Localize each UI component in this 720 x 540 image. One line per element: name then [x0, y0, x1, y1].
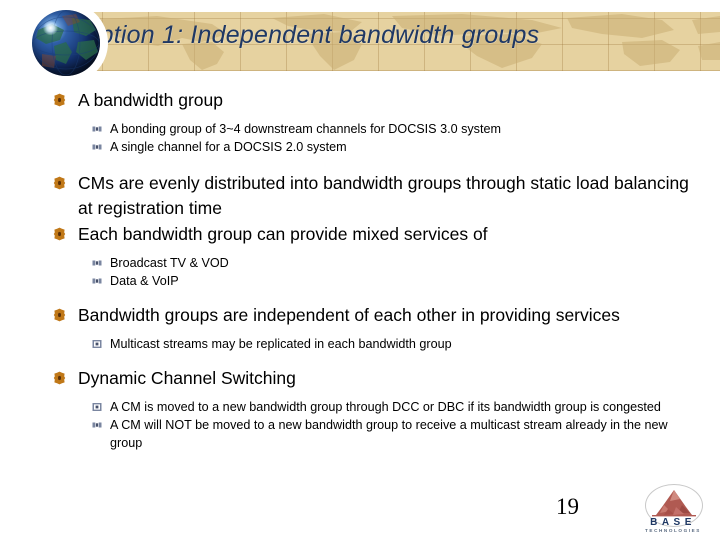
- bullet-level2: A bonding group of 3~4 downstream channe…: [0, 120, 720, 138]
- bullet-text: Broadcast TV & VOD: [110, 256, 229, 270]
- bullet-text: A bandwidth group: [78, 90, 223, 110]
- bullet-level1: Dynamic Channel Switching: [0, 366, 720, 391]
- logo-tagline: TECHNOLOGIES: [645, 528, 701, 533]
- square-bullet-icon: [92, 142, 102, 152]
- bullet-text: A CM is moved to a new bandwidth group t…: [110, 400, 661, 414]
- bullet-text: Each bandwidth group can provide mixed s…: [78, 224, 488, 244]
- bullet-level1: CMs are evenly distributed into bandwidt…: [0, 171, 720, 221]
- globe-icon: [24, 2, 108, 84]
- base-technologies-logo: BASE TECHNOLOGIES: [636, 484, 710, 536]
- gear-bullet-icon: [53, 227, 66, 241]
- globe-sphere: [32, 10, 100, 76]
- bullet-level2: Data & VoIP: [0, 272, 720, 290]
- globe-highlight: [42, 20, 58, 36]
- square-bullet-icon: [92, 402, 102, 412]
- gear-bullet-icon: [53, 93, 66, 107]
- bullet-text: A bonding group of 3~4 downstream channe…: [110, 122, 501, 136]
- bullet-level1: A bandwidth group: [0, 88, 720, 113]
- bullet-text: Data & VoIP: [110, 274, 179, 288]
- square-bullet-icon: [92, 124, 102, 134]
- square-bullet-icon: [92, 276, 102, 286]
- bullet-text: A single channel for a DOCSIS 2.0 system: [110, 140, 347, 154]
- bullet-level1: Each bandwidth group can provide mixed s…: [0, 222, 720, 247]
- bullet-text: Bandwidth groups are independent of each…: [78, 305, 620, 325]
- logo-wordmark: BASE: [650, 517, 696, 528]
- title-banner: Option 1: Independent bandwidth groups: [62, 12, 720, 71]
- bullet-text: Dynamic Channel Switching: [78, 368, 296, 388]
- bullet-level2: A CM will NOT be moved to a new bandwidt…: [0, 416, 720, 452]
- gear-bullet-icon: [53, 176, 66, 190]
- bullet-text: Multicast streams may be replicated in e…: [110, 337, 452, 351]
- page-number: 19: [556, 494, 579, 519]
- gear-bullet-icon: [53, 371, 66, 385]
- bullet-text: CMs are evenly distributed into bandwidt…: [78, 173, 689, 218]
- bullet-text: A CM will NOT be moved to a new bandwidt…: [110, 418, 668, 450]
- bullet-level2: A single channel for a DOCSIS 2.0 system: [0, 138, 720, 156]
- slide-body: A bandwidth group A bonding group of 3~4…: [0, 88, 720, 452]
- square-bullet-icon: [92, 258, 102, 268]
- square-bullet-icon: [92, 339, 102, 349]
- gear-bullet-icon: [53, 308, 66, 322]
- bullet-level2: A CM is moved to a new bandwidth group t…: [0, 398, 720, 416]
- bullet-level2: Broadcast TV & VOD: [0, 254, 720, 272]
- page-title: Option 1: Independent bandwidth groups: [80, 21, 540, 49]
- bullet-level2: Multicast streams may be replicated in e…: [0, 335, 720, 353]
- square-bullet-icon: [92, 420, 102, 430]
- bullet-level1: Bandwidth groups are independent of each…: [0, 303, 720, 328]
